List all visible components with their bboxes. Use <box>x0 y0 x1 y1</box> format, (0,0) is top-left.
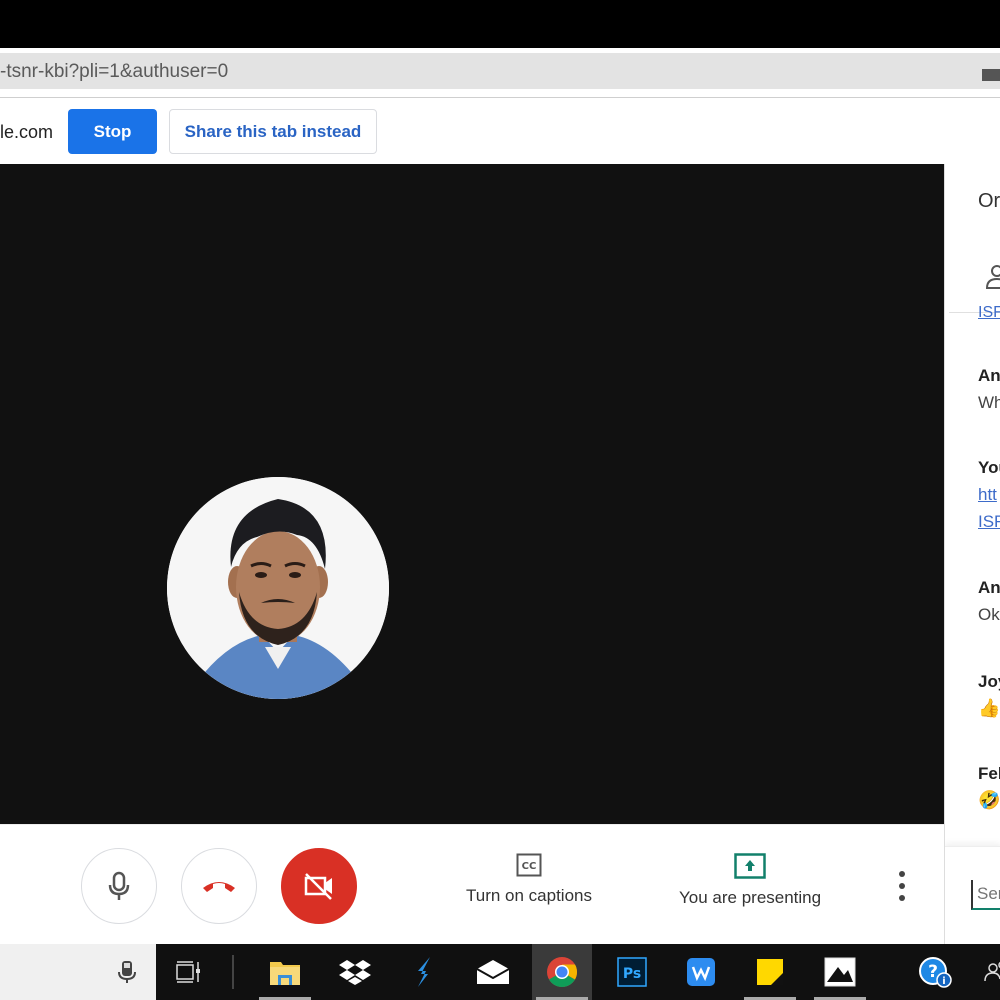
microphone-button[interactable] <box>81 848 157 924</box>
file-explorer-icon <box>270 962 300 985</box>
taskbar-task-view[interactable] <box>158 944 218 1000</box>
message-sender: An <box>978 578 1000 597</box>
message-sender: Fel <box>978 764 1000 783</box>
taskbar-photoshop[interactable]: Ps <box>602 944 662 1000</box>
more-options-button[interactable] <box>892 871 912 901</box>
screen-top-bezel <box>0 0 1000 48</box>
address-field[interactable]: -tsnr-kbi?pli=1&authuser=0 <box>0 53 1000 89</box>
screen-share-bar: le.com Stop Share this tab instead <box>0 98 1000 164</box>
message-link[interactable]: ISF <box>978 304 1000 322</box>
camera-in-use-icon[interactable] <box>982 69 1000 81</box>
sticky-notes-icon <box>757 959 783 985</box>
participant-avatar <box>167 477 389 699</box>
send-message-area <box>945 846 1000 944</box>
chat-message: An Wh <box>978 366 1000 413</box>
browser-address-bar: -tsnr-kbi?pli=1&authuser=0 <box>0 48 1000 98</box>
lightning-app-icon <box>418 957 430 987</box>
share-this-tab-button[interactable]: Share this tab instead <box>169 109 377 154</box>
photoshop-icon: Ps <box>617 957 647 987</box>
laughing-icon: 🤣 <box>978 790 1000 810</box>
address-text: -tsnr-kbi?pli=1&authuser=0 <box>0 61 229 82</box>
taskbar-file-explorer[interactable] <box>255 944 315 1000</box>
taskbar-search-area <box>0 944 156 1000</box>
taskbar-help[interactable]: ? i <box>905 944 965 1000</box>
present-screen-icon <box>734 853 766 879</box>
voice-input-icon[interactable] <box>118 960 136 984</box>
taskbar-separator <box>232 955 234 989</box>
chat-message: Fel 🤣 <box>978 764 1000 811</box>
photos-icon <box>824 957 856 987</box>
message-text: Wh <box>978 393 1000 412</box>
dropbox-icon <box>339 960 371 985</box>
mail-icon <box>476 960 510 984</box>
send-message-input[interactable] <box>971 880 1000 910</box>
video-stage <box>0 164 944 824</box>
windows-taskbar: Ps ? i <box>156 944 1000 1000</box>
wps-office-icon <box>687 958 715 986</box>
captions-button[interactable]: CC Turn on captions <box>466 853 592 906</box>
people-icon <box>984 961 1000 982</box>
captions-label: Turn on captions <box>466 886 592 905</box>
svg-text:Ps: Ps <box>623 966 641 982</box>
camera-toggle-button[interactable] <box>281 848 357 924</box>
people-icon[interactable] <box>985 264 1000 290</box>
phone-hangup-icon <box>203 882 235 892</box>
svg-text:i: i <box>942 976 945 987</box>
message-link[interactable]: htt <box>978 485 1000 505</box>
chat-message: You htt ISF <box>978 458 1000 532</box>
closed-captions-icon: CC <box>516 853 542 877</box>
avatar-photo-icon <box>167 477 389 699</box>
svg-text:CC: CC <box>522 861 537 872</box>
presenting-button[interactable]: You are presenting <box>679 853 821 908</box>
taskbar-app-s[interactable] <box>394 944 454 1000</box>
more-options-dot <box>899 883 905 889</box>
chat-side-panel: Or ISF An Wh You htt ISF An Ok Joy 👍 Fel… <box>944 164 1000 944</box>
message-link[interactable]: ISF <box>978 512 1000 532</box>
thumbs-up-icon: 👍 <box>978 698 1000 718</box>
taskbar-people[interactable] <box>966 944 1000 1000</box>
message-text: Ok <box>978 605 1000 624</box>
more-options-dot <box>899 895 905 901</box>
side-panel-title: Or <box>978 190 1000 212</box>
taskbar-photos[interactable] <box>810 944 870 1000</box>
chat-message: Joy 👍 <box>978 672 1000 719</box>
call-controls-bar: CC Turn on captions You are presenting <box>0 824 944 944</box>
task-view-icon <box>176 961 200 983</box>
presenting-label: You are presenting <box>679 888 822 907</box>
message-sender: An <box>978 366 1000 385</box>
message-sender: You <box>978 458 1000 477</box>
taskbar-sticky-notes[interactable] <box>740 944 800 1000</box>
stop-sharing-button[interactable]: Stop <box>68 109 157 154</box>
share-domain-text: le.com <box>0 122 54 142</box>
camera-off-icon <box>304 873 332 900</box>
more-options-dot <box>899 871 905 877</box>
chrome-icon <box>547 957 578 988</box>
chat-message: An Ok <box>978 578 1000 625</box>
taskbar-dropbox[interactable] <box>325 944 385 1000</box>
hang-up-button[interactable] <box>181 848 257 924</box>
taskbar-wps-office[interactable] <box>671 944 731 1000</box>
microphone-icon <box>108 871 130 900</box>
taskbar-chrome[interactable] <box>532 944 592 1000</box>
message-sender: Joy <box>978 672 1000 691</box>
help-icon: ? i <box>919 957 952 988</box>
taskbar-mail[interactable] <box>463 944 523 1000</box>
